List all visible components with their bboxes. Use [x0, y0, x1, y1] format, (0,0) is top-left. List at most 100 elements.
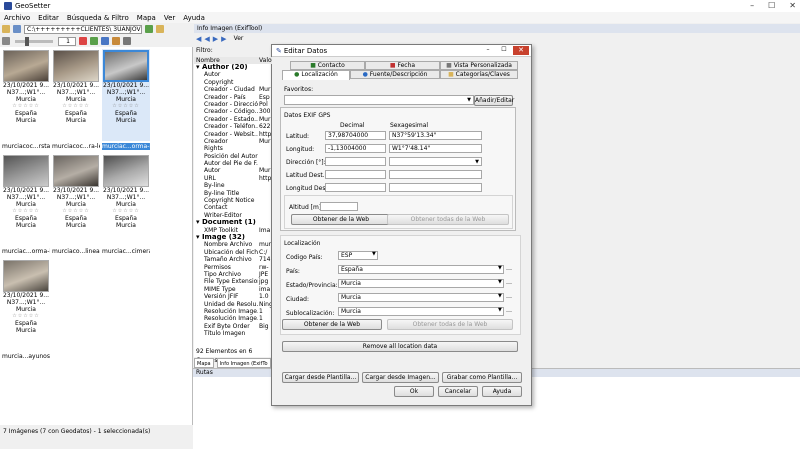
maximize-button[interactable]: ☐ — [768, 1, 775, 10]
thumbnail-item[interactable]: ●23/10/2021 9...N37...;W1°...Murcia☆☆☆☆☆… — [52, 49, 100, 150]
get-from-web-button[interactable]: Obtener de la Web — [291, 214, 391, 225]
latitude-decimal-input[interactable]: 37,98704000 — [325, 131, 386, 140]
altitude-input[interactable] — [320, 202, 358, 211]
zoom-slider[interactable] — [15, 36, 53, 46]
direction-input[interactable] — [325, 157, 386, 166]
property-value — [258, 234, 272, 241]
rating-stars[interactable]: ☆☆☆☆☆ — [102, 208, 150, 215]
col-value-header[interactable]: Valo — [258, 57, 272, 64]
info-panel-header: Info Imagen (ExifTool) — [194, 24, 800, 33]
rating-stars[interactable]: ☆☆☆☆☆ — [2, 208, 50, 215]
first-icon[interactable]: ◀ — [196, 35, 201, 43]
thumb-coords: N37...;W1°... — [56, 89, 96, 96]
thumbnail-item[interactable]: ●23/10/2021 9...N37...;W1°...Murcia☆☆☆☆☆… — [52, 154, 100, 255]
next-icon[interactable]: ▶ — [213, 35, 218, 43]
cancel-button[interactable]: Cancelar — [438, 386, 478, 397]
menu-mapa[interactable]: Mapa — [137, 14, 156, 22]
property-value: Big — [259, 322, 269, 330]
country-more-button[interactable]: … — [506, 265, 512, 272]
load-image-button[interactable]: Cargar desde Imagen... — [362, 372, 439, 383]
folder-path-input[interactable]: C:\+++++++++CLIENTES\ 3UANJOV — [24, 24, 142, 34]
thumbnail-item[interactable]: ●23/10/2021 9...N37...;W1°...Murcia☆☆☆☆☆… — [102, 49, 150, 150]
go-icon[interactable] — [145, 25, 153, 33]
settings-icon[interactable] — [123, 37, 131, 45]
lon-dest-sexa-input[interactable] — [389, 183, 482, 192]
prev-icon[interactable]: ◀ — [204, 35, 209, 43]
tag-icon[interactable] — [90, 37, 98, 45]
globe-icon[interactable] — [101, 37, 109, 45]
remove-location-button[interactable]: Remove all location data — [282, 341, 518, 352]
thumb-region: Murcia — [116, 96, 136, 103]
menu-editar[interactable]: Editar — [38, 14, 59, 22]
dialog-close-button[interactable]: ✕ — [513, 46, 529, 55]
rating-stars[interactable]: ☆☆☆☆☆ — [2, 313, 50, 320]
tab-fecha[interactable]: ■ Fecha — [365, 61, 440, 70]
state-select[interactable]: Murcia — [338, 279, 504, 288]
thumb-caption: murciacoc...rstal — [2, 143, 50, 150]
tab-categorias[interactable]: ■ Categorías/Claves — [440, 70, 518, 79]
tab-mapa[interactable]: Mapa — [194, 358, 214, 368]
city-select[interactable]: Murcia — [338, 293, 504, 302]
menu-busqueda[interactable]: Búsqueda & Filtro — [67, 14, 129, 22]
rating-stars[interactable]: ☆☆☆☆☆ — [52, 103, 100, 110]
city-more-button[interactable]: … — [506, 293, 512, 300]
help-button[interactable]: Ayuda — [482, 386, 522, 397]
country-select[interactable]: España — [338, 265, 504, 274]
state-more-button[interactable]: … — [506, 279, 512, 286]
direction-ref-select[interactable]: ▼ — [389, 157, 482, 166]
favoritos-select[interactable]: ▼ — [284, 95, 474, 105]
thumb-caption: murciacoc...ra-led — [52, 143, 100, 150]
sublocation-more-button[interactable]: … — [506, 307, 512, 314]
lon-dest-decimal-input[interactable] — [325, 183, 386, 192]
tab-info-imagen[interactable]: Info Imagen (ExifTo — [216, 358, 271, 368]
refresh-icon[interactable] — [13, 25, 21, 33]
lat-dest-decimal-input[interactable] — [325, 170, 386, 179]
get-all-from-web-button[interactable]: Obtener todas de la Web — [387, 214, 509, 225]
filter-icon[interactable] — [79, 37, 87, 45]
dialog-max-button[interactable]: ☐ — [499, 46, 509, 55]
dialog-min-button[interactable]: – — [483, 46, 493, 55]
longitude-decimal-input[interactable]: -1,13004000 — [325, 144, 386, 153]
folder-up-icon[interactable] — [156, 25, 164, 33]
get-from-web-button-2[interactable]: Obtener de la Web — [282, 319, 382, 330]
get-all-from-web-button-2[interactable]: Obtener todas de la Web — [387, 319, 513, 330]
save-template-button[interactable]: Grabar como Plantilla... — [442, 372, 522, 383]
longitude-sexagesimal-input[interactable]: W1°7'48.14" — [389, 144, 482, 153]
tab-contacto[interactable]: ■ Contacto — [290, 61, 365, 70]
thumbnail-item[interactable]: ●23/10/2021 9...N37...;W1°...Murcia☆☆☆☆☆… — [2, 154, 50, 255]
page-input[interactable]: 1 — [58, 36, 76, 46]
edit-icon[interactable] — [112, 37, 120, 45]
folder-icon[interactable] — [2, 25, 10, 33]
menu-ver[interactable]: Ver — [164, 14, 175, 22]
ver-menu[interactable]: Ver — [234, 35, 244, 42]
property-value — [258, 190, 272, 197]
thumbnail-item[interactable]: ●23/10/2021 9...N37...;W1°...Murcia☆☆☆☆☆… — [2, 259, 50, 360]
sublocation-select[interactable]: Murcia — [338, 307, 504, 316]
load-template-button[interactable]: Cargar desde Plantilla... — [282, 372, 359, 383]
lat-dest-sexa-input[interactable] — [389, 170, 482, 179]
rating-stars[interactable]: ☆☆☆☆☆ — [102, 103, 150, 110]
thumbnail-item[interactable]: ●23/10/2021 9...N37...;W1°...Murcia☆☆☆☆☆… — [2, 49, 50, 150]
menu-archivo[interactable]: Archivo — [4, 14, 30, 22]
menu-ayuda[interactable]: Ayuda — [183, 14, 205, 22]
last-icon[interactable]: ▶ — [221, 35, 226, 43]
view-icon[interactable] — [2, 37, 10, 45]
ok-button[interactable]: Ok — [394, 386, 434, 397]
tab-localizacion[interactable]: ● Localización — [282, 70, 350, 80]
thumbnail-image — [103, 155, 149, 187]
thumbnail-item[interactable]: ●23/10/2021 9...N37...;W1°...Murcia☆☆☆☆☆… — [102, 154, 150, 255]
add-edit-button[interactable]: Añadir/Editar — [474, 95, 514, 106]
thumb-region: Murcia — [116, 201, 136, 208]
rating-stars[interactable]: ☆☆☆☆☆ — [2, 103, 50, 110]
col-name-header[interactable]: Nombre — [194, 57, 258, 64]
property-value: 1 — [259, 307, 263, 315]
rating-stars[interactable]: ☆☆☆☆☆ — [52, 208, 100, 215]
close-button[interactable]: ✕ — [789, 1, 796, 10]
tab-fuente[interactable]: ● Fuente/Descripción — [350, 70, 440, 79]
minimize-button[interactable]: – — [750, 1, 754, 10]
latitude-sexagesimal-input[interactable]: N37°59'13.34" — [389, 131, 482, 140]
tab-contacto-label: Contacto — [317, 62, 345, 69]
thumb-caption: murciac...orma-l — [102, 143, 150, 150]
thumb-date: 23/10/2021 9... — [2, 82, 50, 89]
tab-vista[interactable]: ■ Vista Personalizada — [440, 61, 518, 70]
